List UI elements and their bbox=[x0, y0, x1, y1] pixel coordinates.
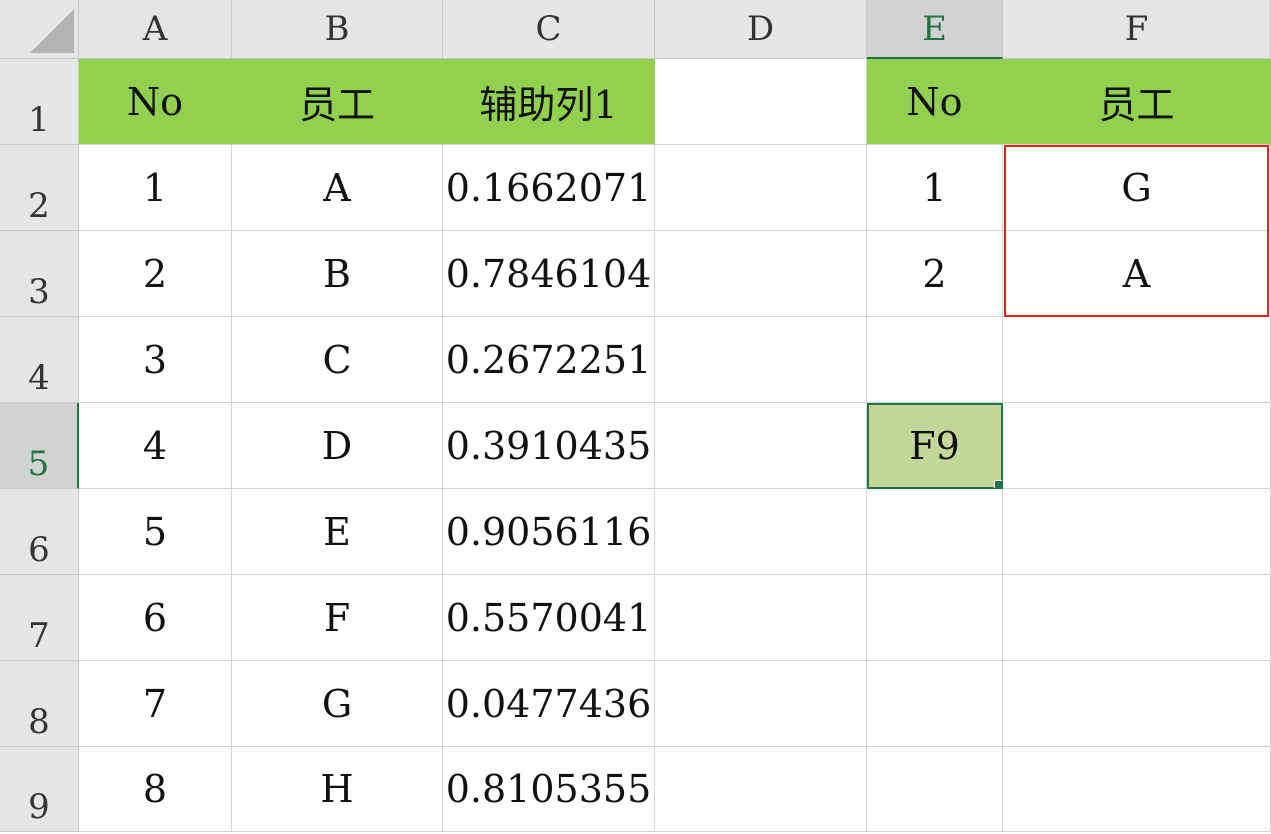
cell-f4[interactable] bbox=[1003, 317, 1271, 403]
cell-d6[interactable] bbox=[655, 489, 867, 575]
cell-a9[interactable]: 8 bbox=[79, 747, 232, 832]
cell-e6[interactable] bbox=[867, 489, 1003, 575]
cell-c4[interactable]: 0.2672251 bbox=[443, 317, 655, 403]
cell-b2[interactable]: A bbox=[232, 145, 443, 231]
cell-b9[interactable]: H bbox=[232, 747, 443, 832]
column-header-f[interactable]: F bbox=[1003, 0, 1271, 59]
column-header-e[interactable]: E bbox=[867, 0, 1003, 59]
column-header-c[interactable]: C bbox=[443, 0, 655, 59]
cell-a2[interactable]: 1 bbox=[79, 145, 232, 231]
cell-d5[interactable] bbox=[655, 403, 867, 489]
cell-a3[interactable]: 2 bbox=[79, 231, 232, 317]
cell-f7[interactable] bbox=[1003, 575, 1271, 661]
row-header-2[interactable]: 2 bbox=[0, 145, 79, 231]
spreadsheet-grid[interactable]: A B C D E F 1 No 员工 辅助列1 No 员工 2 1 A 0.1… bbox=[0, 0, 1271, 834]
cell-f5[interactable] bbox=[1003, 403, 1271, 489]
cell-d4[interactable] bbox=[655, 317, 867, 403]
cell-e3[interactable]: 2 bbox=[867, 231, 1003, 317]
cell-a1[interactable]: No bbox=[79, 59, 232, 145]
cell-d7[interactable] bbox=[655, 575, 867, 661]
cell-a5[interactable]: 4 bbox=[79, 403, 232, 489]
cell-e2[interactable]: 1 bbox=[867, 145, 1003, 231]
row-header-7[interactable]: 7 bbox=[0, 575, 79, 661]
cell-c9[interactable]: 0.8105355 bbox=[443, 747, 655, 832]
cell-f3[interactable]: A bbox=[1003, 231, 1271, 317]
cell-e1[interactable]: No bbox=[867, 59, 1003, 145]
cell-a8[interactable]: 7 bbox=[79, 661, 232, 747]
cell-d2[interactable] bbox=[655, 145, 867, 231]
cell-a4[interactable]: 3 bbox=[79, 317, 232, 403]
cell-e8[interactable] bbox=[867, 661, 1003, 747]
column-header-a[interactable]: A bbox=[79, 0, 232, 59]
cell-b7[interactable]: F bbox=[232, 575, 443, 661]
cell-c7[interactable]: 0.5570041 bbox=[443, 575, 655, 661]
cell-f9[interactable] bbox=[1003, 747, 1271, 832]
cell-e5-text: F9 bbox=[909, 423, 960, 468]
cell-c8[interactable]: 0.0477436 bbox=[443, 661, 655, 747]
row-header-9[interactable]: 9 bbox=[0, 747, 79, 832]
cell-b6[interactable]: E bbox=[232, 489, 443, 575]
cell-f6[interactable] bbox=[1003, 489, 1271, 575]
row-header-6[interactable]: 6 bbox=[0, 489, 79, 575]
cell-e4[interactable] bbox=[867, 317, 1003, 403]
cell-e5-selected[interactable]: F9 bbox=[867, 403, 1003, 489]
row-header-1[interactable]: 1 bbox=[0, 59, 79, 145]
row-header-3[interactable]: 3 bbox=[0, 231, 79, 317]
row-header-4[interactable]: 4 bbox=[0, 317, 79, 403]
cell-b8[interactable]: G bbox=[232, 661, 443, 747]
cell-c5[interactable]: 0.3910435 bbox=[443, 403, 655, 489]
cell-c1[interactable]: 辅助列1 bbox=[443, 59, 655, 145]
cell-b3[interactable]: B bbox=[232, 231, 443, 317]
cell-b5[interactable]: D bbox=[232, 403, 443, 489]
cell-d3[interactable] bbox=[655, 231, 867, 317]
cell-e7[interactable] bbox=[867, 575, 1003, 661]
select-all-triangle-icon bbox=[30, 9, 74, 53]
cell-f2[interactable]: G bbox=[1003, 145, 1271, 231]
cell-d9[interactable] bbox=[655, 747, 867, 832]
cell-b1[interactable]: 员工 bbox=[232, 59, 443, 145]
cell-c2[interactable]: 0.1662071 bbox=[443, 145, 655, 231]
cell-a6[interactable]: 5 bbox=[79, 489, 232, 575]
cell-b4[interactable]: C bbox=[232, 317, 443, 403]
cell-d8[interactable] bbox=[655, 661, 867, 747]
select-all-corner[interactable] bbox=[0, 0, 79, 59]
row-header-5[interactable]: 5 bbox=[0, 403, 79, 489]
cell-c6[interactable]: 0.9056116 bbox=[443, 489, 655, 575]
fill-handle[interactable] bbox=[994, 480, 1002, 488]
cell-e9[interactable] bbox=[867, 747, 1003, 832]
cell-f1[interactable]: 员工 bbox=[1003, 59, 1271, 145]
cell-c3[interactable]: 0.7846104 bbox=[443, 231, 655, 317]
column-header-b[interactable]: B bbox=[232, 0, 443, 59]
cell-a7[interactable]: 6 bbox=[79, 575, 232, 661]
column-header-d[interactable]: D bbox=[655, 0, 867, 59]
row-header-8[interactable]: 8 bbox=[0, 661, 79, 747]
cell-d1[interactable] bbox=[655, 59, 867, 145]
cell-f8[interactable] bbox=[1003, 661, 1271, 747]
